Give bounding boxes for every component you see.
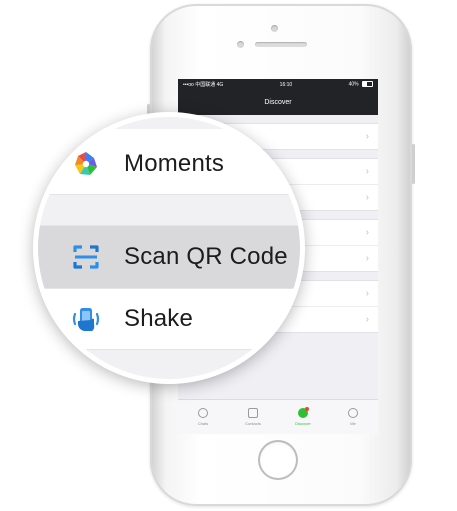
scan-qr-icon <box>72 243 100 271</box>
moments-icon <box>72 150 100 178</box>
chevron-right-icon: › <box>365 227 369 238</box>
tab-label: Contacts <box>245 421 261 426</box>
moments-label: Moments <box>124 150 225 177</box>
section-gap <box>38 117 300 129</box>
moments-item[interactable]: Moments <box>38 134 300 194</box>
tab-label: Chats <box>197 421 209 426</box>
scan-qr-code-label: Scan QR Code <box>124 243 288 270</box>
chevron-right-icon: › <box>365 314 369 325</box>
tab-bar: Chats Contacts Discover Me <box>178 399 378 434</box>
section-gap <box>38 195 300 225</box>
power-button <box>412 144 415 184</box>
magnifier-zoom: Moments Scan QR Code Shake <box>38 117 300 379</box>
notification-dot <box>305 407 309 411</box>
chevron-right-icon: › <box>365 131 369 142</box>
chevron-right-icon: › <box>365 166 369 177</box>
sensor-dot <box>271 25 278 32</box>
chevron-right-icon: › <box>365 253 369 264</box>
tab-label: Discover <box>295 421 311 426</box>
carrier-label: •••oo 中国联通 4G <box>183 82 224 88</box>
chat-bubble-icon <box>198 408 208 418</box>
shake-icon <box>72 305 100 333</box>
clock-label: 16:10 <box>279 81 293 88</box>
contacts-icon <box>248 408 258 418</box>
shake-item[interactable]: Shake <box>38 289 300 349</box>
battery-icon <box>362 81 373 88</box>
home-button[interactable] <box>258 440 298 480</box>
tab-discover[interactable]: Discover <box>278 400 328 434</box>
section-gap <box>38 350 300 379</box>
scan-qr-code-item[interactable]: Scan QR Code <box>38 226 300 288</box>
tab-chats[interactable]: Chats <box>178 400 228 434</box>
shake-label: Shake <box>124 305 194 332</box>
chevron-right-icon: › <box>365 288 369 299</box>
chevron-right-icon: › <box>365 192 369 203</box>
battery-percent: 40% <box>348 81 359 88</box>
tab-contacts[interactable]: Contacts <box>228 400 278 434</box>
person-icon <box>348 408 358 418</box>
nav-bar: Discover <box>178 90 378 115</box>
nav-title: Discover <box>264 99 292 106</box>
compass-icon <box>298 407 309 418</box>
earpiece-speaker <box>255 42 307 47</box>
battery-group: 40% <box>348 81 373 88</box>
status-bar: •••oo 中国联通 4G 16:10 40% <box>178 79 378 90</box>
front-camera <box>237 41 244 48</box>
tab-label: Me <box>350 421 356 426</box>
tab-me[interactable]: Me <box>328 400 378 434</box>
